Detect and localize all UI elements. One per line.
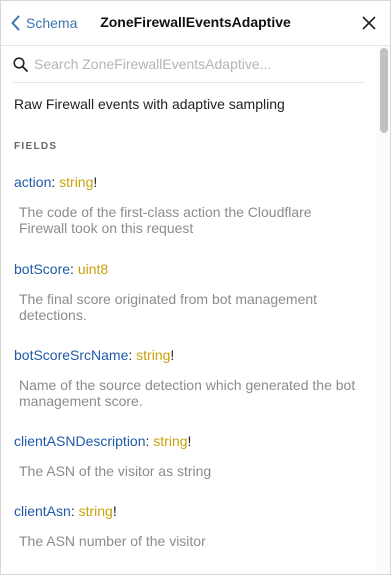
- scrollbar-thumb[interactable]: [380, 48, 388, 133]
- fields-heading: FIELDS: [14, 141, 58, 152]
- field-description: The code of the first-class action the C…: [19, 204, 312, 236]
- field-item: botScore: uint8 The final score originat…: [14, 260, 377, 323]
- field-colon: :: [128, 347, 133, 363]
- field-colon: :: [51, 174, 56, 190]
- field-signature[interactable]: botScoreSrcName: string!: [14, 346, 377, 364]
- field-name[interactable]: action: [14, 174, 51, 190]
- search-input[interactable]: [34, 56, 354, 72]
- field-type[interactable]: uint8: [78, 261, 108, 277]
- schema-content: Raw Firewall events with adaptive sampli…: [1, 46, 377, 574]
- field-colon: :: [70, 261, 74, 277]
- field-type[interactable]: string: [59, 174, 93, 190]
- field-name[interactable]: botScore: [14, 261, 70, 277]
- field-item: action: string! The code of the first-cl…: [14, 173, 377, 236]
- field-name[interactable]: botScoreSrcName: [14, 347, 128, 363]
- field-description: The ASN number of the visitor: [19, 533, 206, 549]
- panel-header: Schema ZoneFirewallEventsAdaptive: [1, 1, 390, 46]
- field-item: clientAsn: string! The ASN number of the…: [14, 502, 377, 549]
- required-mark: !: [93, 174, 98, 190]
- field-signature[interactable]: action: string!: [14, 173, 377, 191]
- field-signature[interactable]: clientAsn: string!: [14, 502, 377, 520]
- schema-panel: Schema ZoneFirewallEventsAdaptive Raw Fi…: [0, 0, 391, 575]
- field-type[interactable]: string: [136, 347, 170, 363]
- required-mark: !: [112, 503, 117, 519]
- close-icon[interactable]: [362, 16, 376, 30]
- field-name[interactable]: clientAsn: [14, 503, 71, 519]
- field-name[interactable]: clientASNDescription: [14, 433, 146, 449]
- required-mark: !: [187, 433, 192, 449]
- field-type[interactable]: string: [153, 433, 187, 449]
- search-bar: [13, 46, 365, 83]
- search-icon: [13, 56, 28, 72]
- field-description: The ASN of the visitor as string: [19, 463, 212, 479]
- field-colon: :: [70, 503, 75, 519]
- required-mark: !: [170, 347, 175, 363]
- page-title: ZoneFirewallEventsAdaptive: [100, 14, 291, 30]
- field-signature[interactable]: botScore: uint8: [14, 260, 377, 278]
- field-description: The final score originated from bot mana…: [19, 291, 318, 323]
- field-colon: :: [145, 433, 150, 449]
- field-item: clientASNDescription: string! The ASN of…: [14, 432, 377, 479]
- field-type[interactable]: string: [79, 503, 113, 519]
- type-description: Raw Firewall events with adaptive sampli…: [14, 96, 285, 112]
- field-item: botScoreSrcName: string! Name of the sou…: [14, 346, 377, 409]
- field-signature[interactable]: clientASNDescription: string!: [14, 432, 377, 450]
- field-description: Name of the source detection which gener…: [19, 377, 356, 409]
